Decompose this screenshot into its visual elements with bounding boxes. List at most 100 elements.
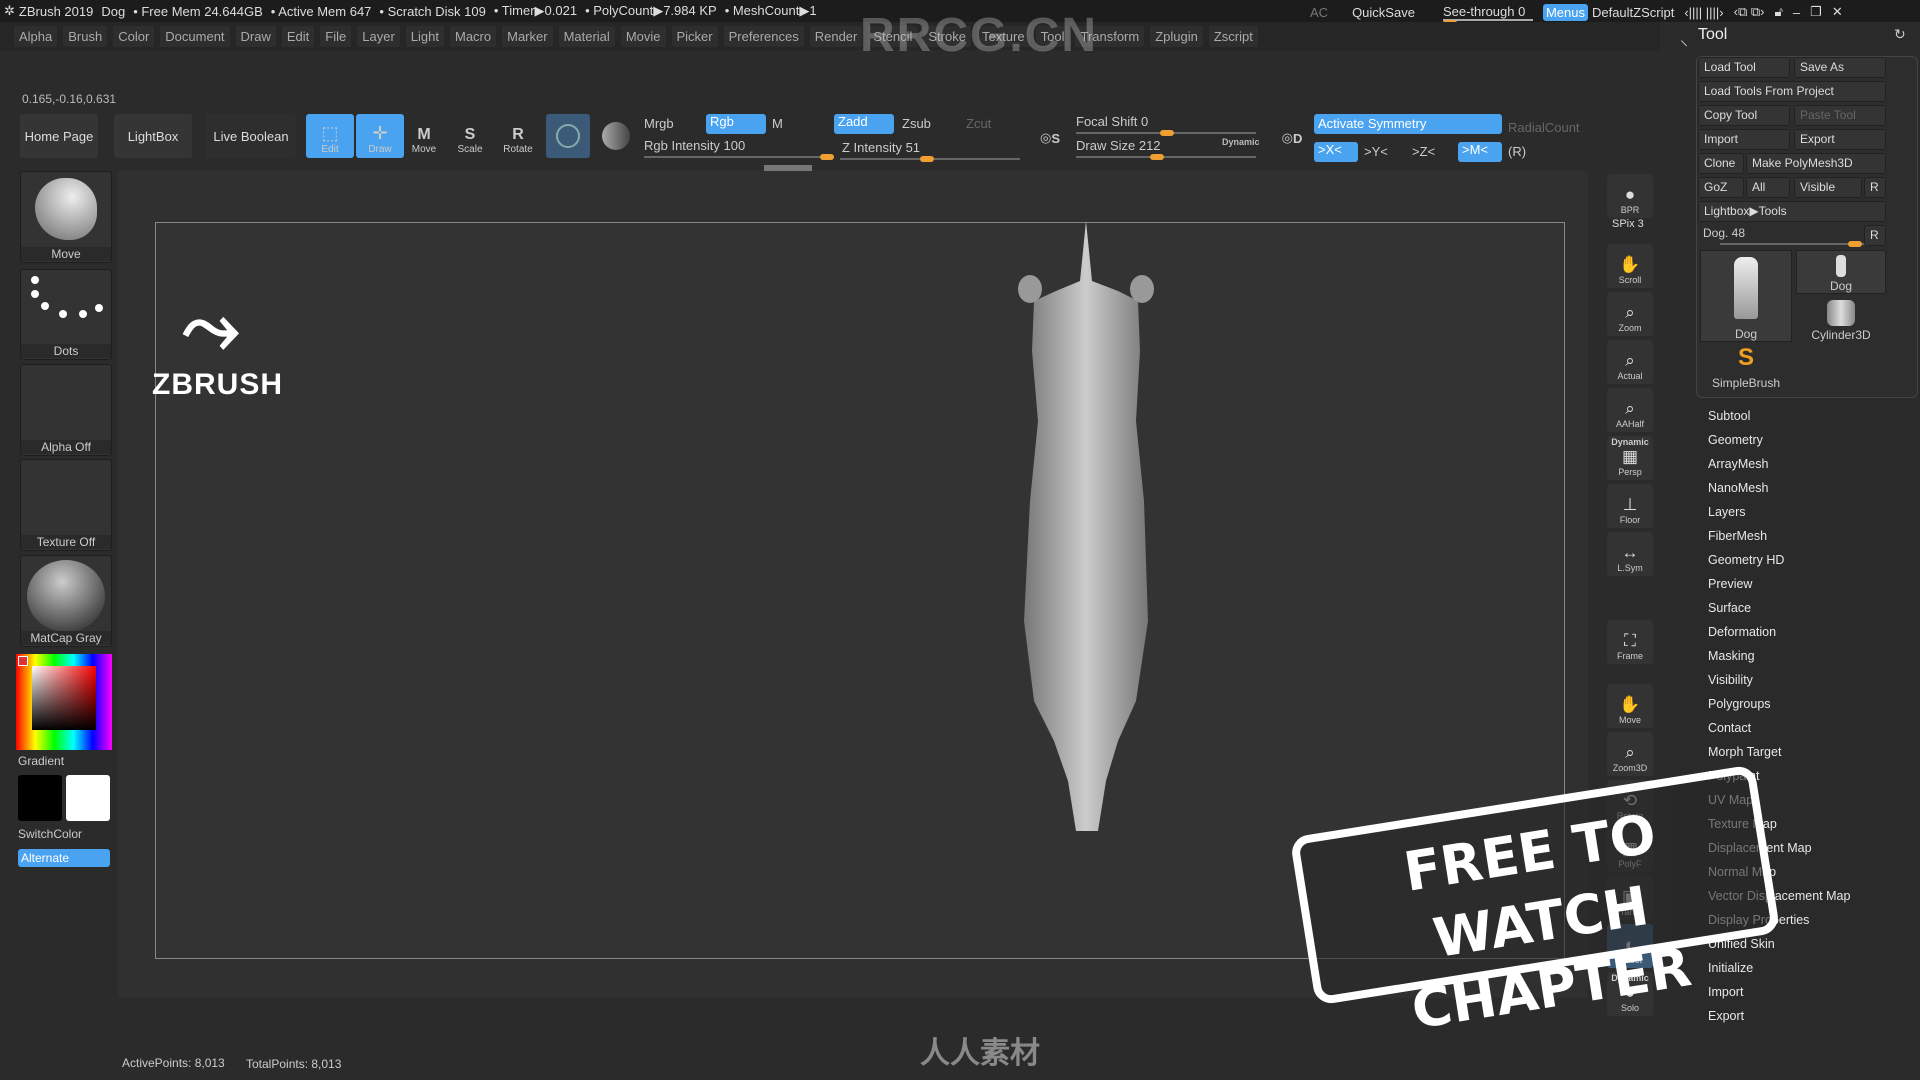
- shelf-spix-3-button[interactable]: SPix 3: [1612, 218, 1644, 230]
- focal-shift-track[interactable]: [1076, 130, 1256, 136]
- alternate-button[interactable]: Alternate: [18, 849, 110, 867]
- texture-selector[interactable]: Texture Off: [20, 459, 112, 551]
- clone-button[interactable]: Clone: [1698, 153, 1744, 174]
- rgb-intensity-slider[interactable]: Rgb Intensity 100: [644, 138, 745, 153]
- goz-button[interactable]: GoZ: [1698, 177, 1744, 198]
- edit-button[interactable]: ⬚ Edit: [306, 114, 354, 158]
- stroke-selector[interactable]: Dots: [20, 269, 112, 360]
- menu-picker[interactable]: Picker: [671, 25, 718, 47]
- polyframe-icon[interactable]: [602, 122, 630, 150]
- focal-shift-knob[interactable]: [1160, 130, 1174, 136]
- rgb-intensity-knob[interactable]: [820, 154, 834, 160]
- switch-color-button[interactable]: SwitchColor: [18, 827, 82, 841]
- menu-preferences[interactable]: Preferences: [723, 25, 804, 47]
- subpalette-fibermesh[interactable]: FiberMesh: [1708, 526, 1850, 550]
- current-tool-track[interactable]: [1720, 241, 1868, 247]
- rotate-button[interactable]: R Rotate: [494, 114, 542, 158]
- dog-model[interactable]: [988, 221, 1228, 841]
- color-picker-square[interactable]: [32, 666, 96, 730]
- shelf-aahalf-button[interactable]: ⌕ AAHalf: [1607, 388, 1653, 432]
- refresh-icon[interactable]: ↻: [1894, 26, 1906, 43]
- menu-render[interactable]: Render: [809, 25, 863, 47]
- menu-draw[interactable]: Draw: [235, 25, 276, 47]
- menu-brush[interactable]: Brush: [63, 25, 108, 47]
- save-as-button[interactable]: Save As: [1794, 57, 1886, 78]
- make-polymesh3d-button[interactable]: Make PolyMesh3D: [1746, 153, 1886, 174]
- current-tool-knob[interactable]: [1848, 241, 1863, 247]
- move-button[interactable]: M Move: [400, 114, 448, 158]
- goz-all-button[interactable]: All: [1746, 177, 1790, 198]
- draw-size-knob[interactable]: [1150, 154, 1164, 160]
- rgb-button[interactable]: Rgb: [706, 114, 766, 134]
- radial-count-slider[interactable]: RadialCount: [1508, 120, 1580, 135]
- subpalette-polygroups[interactable]: Polygroups: [1708, 694, 1850, 718]
- sym-x-button[interactable]: >X<: [1314, 142, 1358, 162]
- brush-selector[interactable]: Move: [20, 171, 112, 263]
- subpalette-masking[interactable]: Masking: [1708, 646, 1850, 670]
- draw-size-slider[interactable]: Draw Size 212: [1076, 138, 1161, 153]
- import-button[interactable]: Import: [1698, 129, 1790, 150]
- secondary-color-swatch[interactable]: [66, 775, 110, 821]
- subpalette-geometry[interactable]: Geometry: [1708, 430, 1850, 454]
- shelf-scroll-button[interactable]: ✋ Scroll: [1607, 244, 1653, 288]
- zadd-button[interactable]: Zadd: [834, 114, 894, 134]
- goz-r-button[interactable]: R: [1864, 177, 1886, 198]
- rgb-intensity-track[interactable]: [644, 154, 834, 160]
- current-tool-slider[interactable]: Dog. 48: [1703, 226, 1745, 240]
- scale-button[interactable]: S Scale: [446, 114, 494, 158]
- shelf-floor-button[interactable]: ⊥ Floor: [1607, 484, 1653, 528]
- layout-arrows-icon[interactable]: ‹|||| ||||›: [1684, 5, 1723, 20]
- restore-icon[interactable]: ❐: [1810, 4, 1822, 20]
- activate-symmetry-button[interactable]: Activate Symmetry: [1314, 114, 1502, 134]
- focal-shift-slider[interactable]: Focal Shift 0: [1076, 114, 1148, 129]
- subpalette-morph-target[interactable]: Morph Target: [1708, 742, 1850, 766]
- shelf-zoom3d-button[interactable]: ⌕ Zoom3D: [1607, 732, 1653, 776]
- zcut-button[interactable]: Zcut: [966, 116, 991, 131]
- dynamic-brush-button[interactable]: ◎ D: [1272, 116, 1312, 160]
- menu-layer[interactable]: Layer: [357, 25, 400, 47]
- menu-zplugin[interactable]: Zplugin: [1150, 25, 1203, 47]
- mrgb-button[interactable]: Mrgb: [644, 116, 674, 131]
- color-picker[interactable]: [16, 654, 112, 750]
- shelf-bpr-button[interactable]: ● BPR: [1607, 174, 1653, 218]
- menu-marker[interactable]: Marker: [502, 25, 553, 47]
- menu-light[interactable]: Light: [405, 25, 444, 47]
- m-button[interactable]: M: [772, 116, 783, 131]
- load-tool-button[interactable]: Load Tool: [1698, 57, 1790, 78]
- menus-toggle[interactable]: Menus: [1542, 3, 1588, 21]
- subpalette-export[interactable]: Export: [1708, 1006, 1850, 1030]
- lightbox-tools-button[interactable]: Lightbox▶Tools: [1698, 201, 1886, 222]
- subpalette-contact[interactable]: Contact: [1708, 718, 1850, 742]
- subpalette-geometry-hd[interactable]: Geometry HD: [1708, 550, 1850, 574]
- canvas-scroll-handle[interactable]: [764, 165, 812, 171]
- subpalette-preview[interactable]: Preview: [1708, 574, 1850, 598]
- draw-button[interactable]: ✛ Draw: [356, 114, 404, 158]
- menu-edit[interactable]: Edit: [281, 25, 315, 47]
- z-intensity-slider[interactable]: Z Intensity 51: [842, 140, 920, 155]
- menu-document[interactable]: Document: [160, 25, 230, 47]
- menu-macro[interactable]: Macro: [449, 25, 497, 47]
- tool-thumb-dog-large[interactable]: Dog: [1700, 250, 1792, 342]
- paste-tool-button[interactable]: Paste Tool: [1794, 105, 1886, 126]
- sym-y-button[interactable]: >Y<: [1364, 144, 1388, 159]
- draw-size-track[interactable]: [1076, 154, 1256, 160]
- material-selector[interactable]: MatCap Gray: [20, 555, 112, 647]
- quicksave-button[interactable]: QuickSave: [1352, 5, 1415, 20]
- subpalette-deformation[interactable]: Deformation: [1708, 622, 1850, 646]
- shelf-actual-button[interactable]: ⌕ Actual: [1607, 340, 1653, 384]
- subpalette-visibility[interactable]: Visibility: [1708, 670, 1850, 694]
- shelf-persp-button[interactable]: Dynamic ▦ Persp: [1607, 436, 1653, 480]
- live-boolean-button[interactable]: Live Boolean: [206, 114, 296, 158]
- subpalette-layers[interactable]: Layers: [1708, 502, 1850, 526]
- sym-z-button[interactable]: >Z<: [1412, 144, 1435, 159]
- tool-thumb-simplebrush[interactable]: S SimpleBrush: [1700, 346, 1792, 391]
- sym-radial-button[interactable]: (R): [1508, 144, 1526, 159]
- ac-button[interactable]: AC: [1310, 5, 1328, 20]
- tool-slider-r-button[interactable]: R: [1864, 225, 1886, 246]
- shelf-move-button[interactable]: ✋ Move: [1607, 684, 1653, 728]
- menu-movie[interactable]: Movie: [620, 25, 666, 47]
- lock-icon[interactable]: 🔓︎: [1774, 4, 1782, 20]
- sym-m-button[interactable]: >M<: [1458, 142, 1502, 162]
- subpalette-arraymesh[interactable]: ArrayMesh: [1708, 454, 1850, 478]
- z-intensity-track[interactable]: [840, 156, 1020, 162]
